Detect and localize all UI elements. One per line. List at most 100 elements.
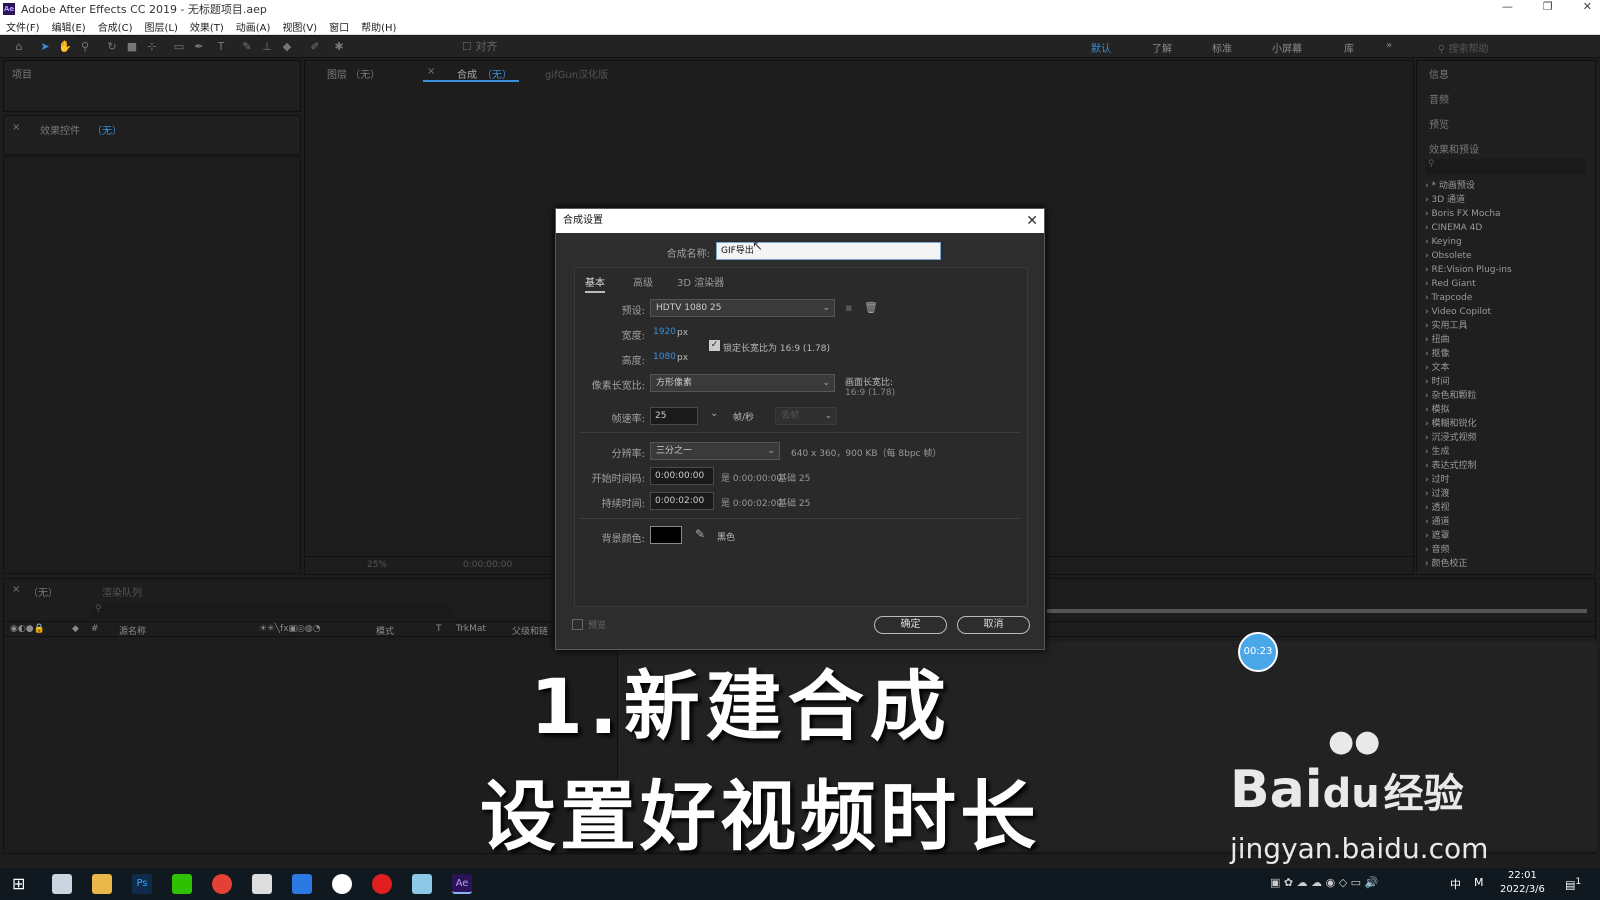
timeline-search-input[interactable]: ⚲ [92, 604, 452, 618]
lock-aspect-checkbox[interactable]: ✓ [709, 340, 720, 351]
effects-category-item[interactable]: › 遮罩 [1421, 529, 1591, 543]
workspace-libraries[interactable]: 库 [1344, 40, 1354, 55]
notes-app-icon[interactable] [52, 874, 72, 894]
roto-tool-icon[interactable]: ✐ [308, 40, 322, 54]
timeline-tab[interactable]: （无） [28, 584, 58, 599]
tab-basic[interactable]: 基本 [585, 274, 605, 293]
close-tab-icon[interactable]: × [427, 66, 435, 77]
audio-tab[interactable]: 音频 [1429, 91, 1449, 106]
ime-indicator[interactable]: 中 [1450, 876, 1461, 892]
effects-category-item[interactable]: › 过渡 [1421, 487, 1591, 501]
composition-tab[interactable]: 合成 [457, 66, 477, 81]
effects-category-item[interactable]: › 3D 通道 [1421, 193, 1591, 207]
puppet-tool-icon[interactable]: ✱ [332, 40, 346, 54]
search-help-field[interactable]: ⚲ 搜索帮助 [1438, 40, 1489, 55]
wechat-icon[interactable] [172, 874, 192, 894]
document-icon[interactable] [252, 874, 272, 894]
text-tool-icon[interactable]: T [214, 40, 228, 54]
trash-icon[interactable]: 🗑 [864, 301, 878, 314]
preview-tab[interactable]: 预览 [1429, 116, 1449, 131]
home-icon[interactable]: ⌂ [12, 40, 26, 54]
file-explorer-icon[interactable] [92, 874, 112, 894]
col-source-name[interactable]: 源名称 [119, 624, 146, 637]
menu-file[interactable]: 文件(F) [6, 19, 40, 34]
menu-window[interactable]: 窗口 [329, 19, 349, 34]
close-icon[interactable]: ✕ [1583, 0, 1592, 13]
ime-mode-icon[interactable]: M [1474, 876, 1484, 889]
pen-tool-icon[interactable]: ✒ [192, 40, 206, 54]
clone-tool-icon[interactable]: ⊥ [260, 40, 274, 54]
effects-category-item[interactable]: › 生成 [1421, 445, 1591, 459]
bird-app-icon[interactable] [292, 874, 312, 894]
comp-name-input[interactable]: GIF导出 [716, 242, 941, 260]
workspace-small-screen[interactable]: 小屏幕 [1272, 40, 1302, 55]
tray-icons[interactable]: ▣ ✿ ☁ ☁ ◉ ◇ ▭ 🔊 [1270, 876, 1378, 889]
effects-category-item[interactable]: › CINEMA 4D [1421, 221, 1591, 235]
menu-edit[interactable]: 编辑(E) [52, 19, 86, 34]
effects-category-item[interactable]: › 音频 [1421, 543, 1591, 557]
render-queue-tab[interactable]: 渲染队列 [102, 584, 142, 599]
work-area-bar[interactable] [1047, 609, 1587, 613]
menu-effect[interactable]: 效果(T) [190, 19, 224, 34]
clock-date[interactable]: 2022/3/6 [1500, 884, 1545, 895]
effects-category-item[interactable]: › 文本 [1421, 361, 1591, 375]
menu-help[interactable]: 帮助(H) [361, 19, 396, 34]
preview-checkbox[interactable] [572, 619, 583, 630]
hand-tool-icon[interactable]: ✋ [58, 40, 72, 54]
visibility-icon[interactable]: ◉◐●🔒 [10, 624, 45, 634]
effects-category-item[interactable]: › 实用工具 [1421, 319, 1591, 333]
selection-tool-icon[interactable]: ➤ [38, 40, 52, 54]
gifgun-tab[interactable]: gifGun汉化版 [545, 66, 608, 81]
effects-category-item[interactable]: › RE:Vision Plug-ins [1421, 263, 1591, 277]
eraser-tool-icon[interactable]: ◆ [280, 40, 294, 54]
effects-category-item[interactable]: › 模拟 [1421, 403, 1591, 417]
effects-category-item[interactable]: › 颜色校正 [1421, 557, 1591, 571]
cancel-button[interactable]: 取消 [957, 616, 1030, 634]
viewer-timecode[interactable]: 0:00:00:00 [463, 560, 512, 570]
tab-3d-renderer[interactable]: 3D 渲染器 [677, 274, 724, 289]
effects-category-item[interactable]: › Video Copilot [1421, 305, 1591, 319]
effects-category-item[interactable]: › Obsolete [1421, 249, 1591, 263]
effects-category-item[interactable]: › 时间 [1421, 375, 1591, 389]
snap-checkbox[interactable]: ☐ 对齐 [462, 40, 497, 54]
effects-category-item[interactable]: › 抠像 [1421, 347, 1591, 361]
effects-category-item[interactable]: › 表达式控制 [1421, 459, 1591, 473]
maximize-icon[interactable]: ❐ [1543, 0, 1553, 13]
effects-category-item[interactable]: › Keying [1421, 235, 1591, 249]
effect-controls-tab[interactable]: 效果控件 [40, 122, 80, 137]
duration-input[interactable]: 0:00:02:00 [650, 492, 714, 510]
close-tab-icon[interactable]: × [12, 584, 20, 595]
after-effects-icon[interactable]: Ae [452, 874, 472, 894]
effects-presets-tab[interactable]: 效果和预设 [1429, 141, 1479, 156]
effects-category-item[interactable]: › 模糊和锐化 [1421, 417, 1591, 431]
effects-category-item[interactable]: › 通道 [1421, 515, 1591, 529]
anchor-tool-icon[interactable]: ⊹ [145, 40, 159, 54]
clock-time[interactable]: 22:01 [1508, 870, 1537, 881]
frame-rate-input[interactable]: 25 [650, 407, 698, 425]
save-preset-icon[interactable]: ▪ [845, 301, 852, 314]
bg-color-swatch[interactable] [650, 526, 682, 544]
effects-category-item[interactable]: › 沉浸式视频 [1421, 431, 1591, 445]
effects-category-item[interactable]: › Boris FX Mocha [1421, 207, 1591, 221]
effects-category-item[interactable]: › 透视 [1421, 501, 1591, 515]
rotate-tool-icon[interactable]: ↻ [105, 40, 119, 54]
dialog-close-icon[interactable]: ✕ [1026, 209, 1038, 233]
layer-tab[interactable]: 图层 （无） [327, 66, 380, 81]
effects-category-item[interactable]: › 扭曲 [1421, 333, 1591, 347]
effects-category-item[interactable]: › Red Giant [1421, 277, 1591, 291]
more-workspaces-icon[interactable]: » [1386, 40, 1392, 51]
windows-start-icon[interactable]: ⊞ [12, 874, 25, 893]
brush-tool-icon[interactable]: ✎ [240, 40, 254, 54]
zoom-dropdown[interactable]: 25% [367, 560, 387, 570]
zoom-tool-icon[interactable]: ⚲ [78, 40, 92, 54]
ok-button[interactable]: 确定 [874, 616, 947, 634]
workspace-standard[interactable]: 标准 [1212, 40, 1232, 55]
start-timecode-input[interactable]: 0:00:00:00 [650, 467, 714, 485]
project-tab[interactable]: 项目 [12, 66, 32, 81]
tab-advanced[interactable]: 高级 [633, 274, 653, 289]
effects-category-item[interactable]: › 杂色和颗粒 [1421, 389, 1591, 403]
pixel-aspect-dropdown[interactable]: 方形像素 ⌄ [650, 374, 835, 392]
width-value[interactable]: 1920 [653, 327, 676, 337]
effects-category-item[interactable]: › * 动画预设 [1421, 179, 1591, 193]
camera-tool-icon[interactable]: ■ [125, 40, 139, 54]
